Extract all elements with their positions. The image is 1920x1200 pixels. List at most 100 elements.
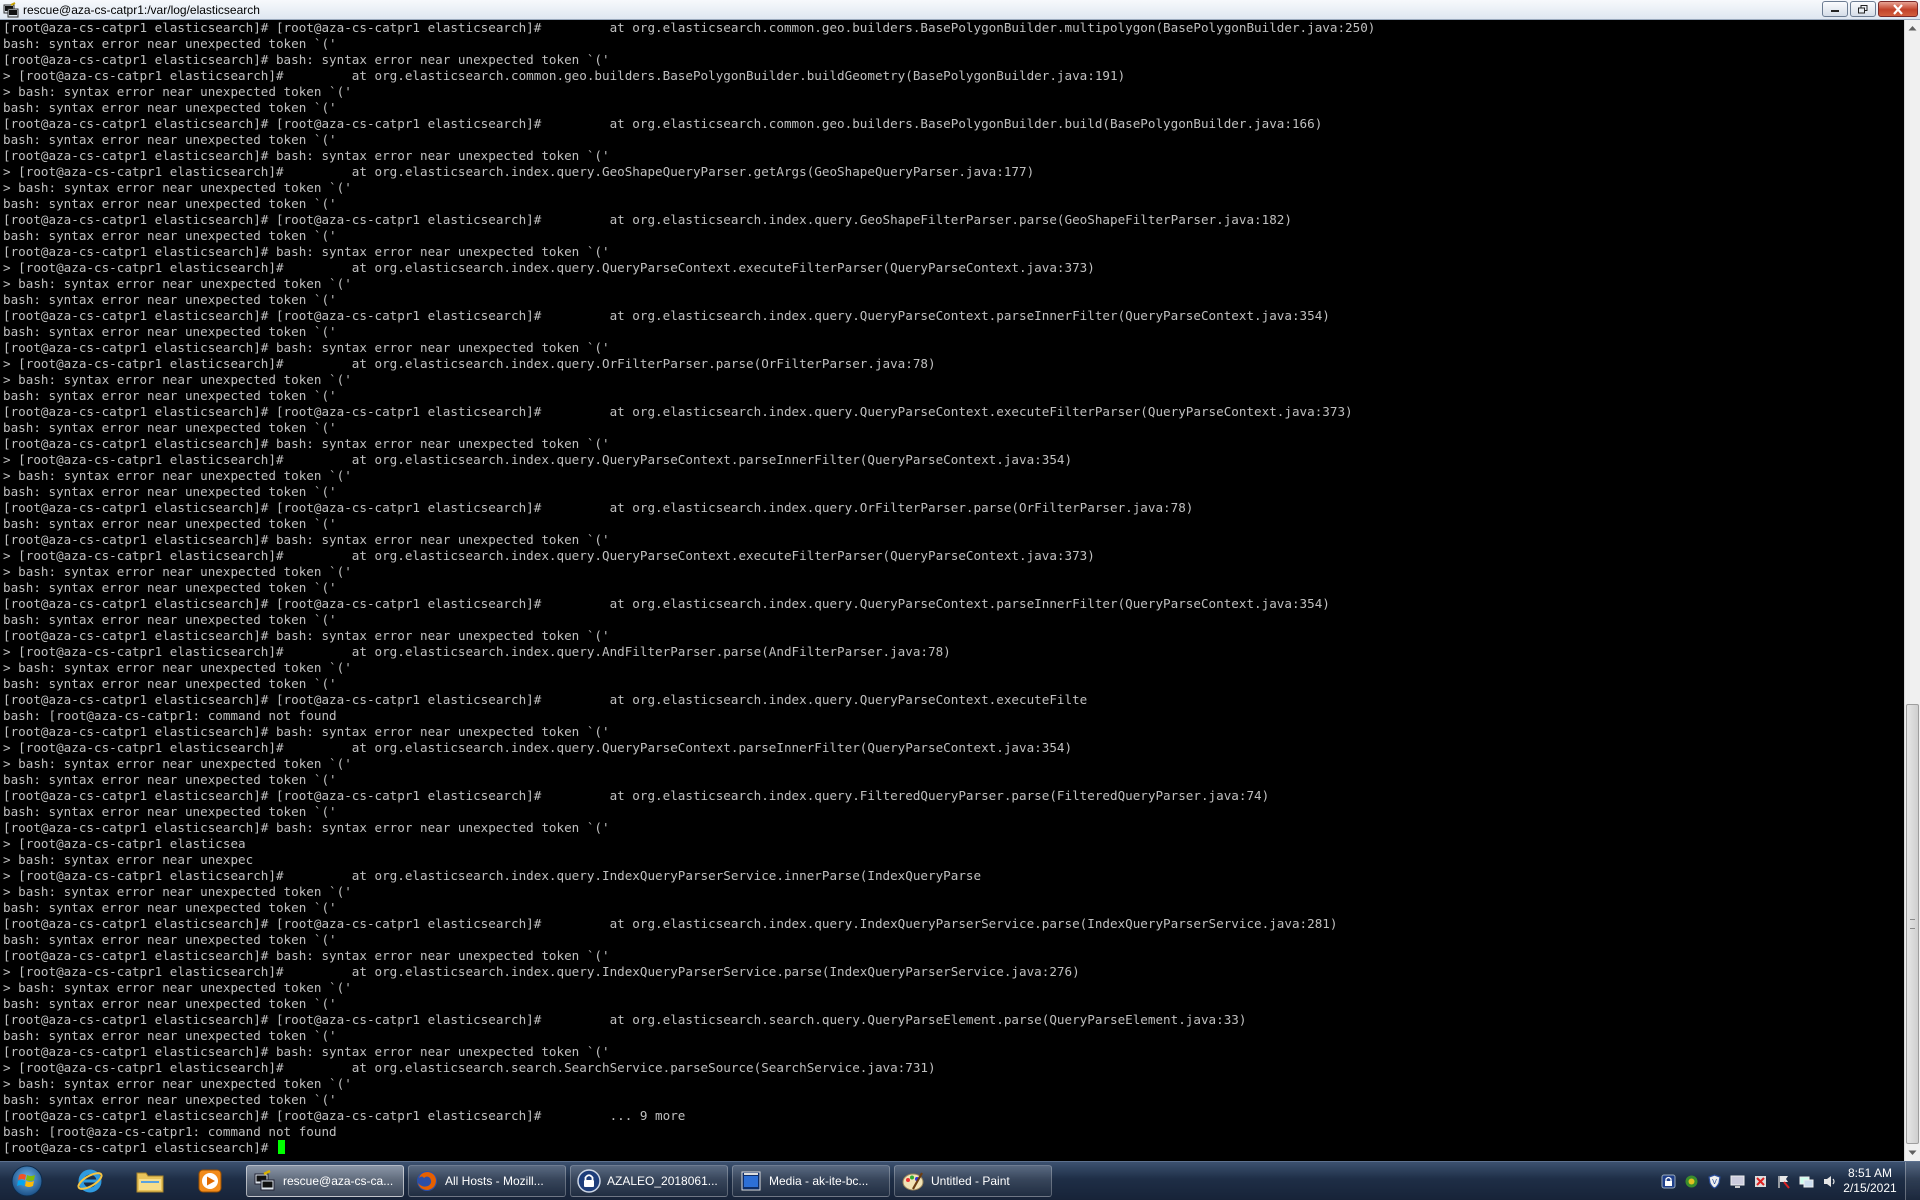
terminal-line: bash: [root@aza-cs-catpr1: command not f…	[3, 1124, 337, 1139]
scroll-down-arrow[interactable]	[1905, 1145, 1920, 1161]
terminal-line: > [root@aza-cs-catpr1 elasticsearch]# at…	[3, 964, 1080, 979]
terminal-line: [root@aza-cs-catpr1 elasticsearch]# [roo…	[3, 596, 1330, 611]
update-icon[interactable]	[1752, 1173, 1769, 1190]
terminal-line: bash: syntax error near unexpected token…	[3, 36, 337, 51]
terminal-line: [root@aza-cs-catpr1 elasticsearch]# [roo…	[3, 692, 1088, 707]
minimize-icon	[1831, 10, 1839, 12]
terminal-line: > bash: syntax error near unexpected tok…	[3, 756, 352, 771]
system-tray: V	[1660, 1173, 1838, 1190]
terminal-line: [root@aza-cs-catpr1 elasticsearch]# bash…	[3, 148, 610, 163]
terminal-line: > [root@aza-cs-catpr1 elasticsea	[3, 836, 246, 851]
restore-button[interactable]	[1850, 1, 1876, 17]
terminal-line: bash: syntax error near unexpected token…	[3, 932, 337, 947]
scroll-thumb[interactable]	[1906, 704, 1919, 1144]
taskbar-button[interactable]: Media - ak-ite-bc...	[732, 1165, 890, 1197]
terminal-line: [root@aza-cs-catpr1 elasticsearch]# bash…	[3, 948, 610, 963]
scroll-up-arrow[interactable]	[1905, 20, 1920, 36]
vertical-scrollbar[interactable]	[1904, 20, 1920, 1161]
taskbar-button[interactable]: rescue@aza-cs-ca...	[246, 1165, 404, 1197]
terminal-line: [root@aza-cs-catpr1 elasticsearch]# bash…	[3, 340, 610, 355]
terminal-line: bash: syntax error near unexpected token…	[3, 196, 337, 211]
putty-icon	[3, 1, 19, 18]
pinned-media-player[interactable]	[188, 1165, 232, 1197]
terminal-line: bash: syntax error near unexpected token…	[3, 996, 337, 1011]
terminal-line: [root@aza-cs-catpr1 elasticsearch]# [roo…	[3, 1012, 1247, 1027]
paint-icon	[901, 1169, 925, 1193]
lock-icon	[577, 1169, 601, 1193]
window-titlebar[interactable]: rescue@aza-cs-catpr1:/var/log/elasticsea…	[0, 0, 1920, 20]
pinned-explorer[interactable]	[128, 1165, 172, 1197]
scroll-thumb-grip	[1910, 919, 1915, 929]
close-button[interactable]	[1878, 1, 1918, 17]
terminal-line: > [root@aza-cs-catpr1 elasticsearch]# at…	[3, 164, 1035, 179]
terminal-line: [root@aza-cs-catpr1 elasticsearch]# [roo…	[3, 500, 1194, 515]
terminal-line: > [root@aza-cs-catpr1 elasticsearch]# at…	[3, 68, 1126, 83]
terminal-line: > [root@aza-cs-catpr1 elasticsearch]# at…	[3, 260, 1095, 275]
terminal-line: bash: syntax error near unexpected token…	[3, 228, 337, 243]
taskbar-button[interactable]: AZALEO_2018061...	[570, 1165, 728, 1197]
terminal-line: bash: syntax error near unexpected token…	[3, 100, 337, 115]
terminal-line: bash: syntax error near unexpected token…	[3, 804, 337, 819]
terminal-line: bash: syntax error near unexpected token…	[3, 516, 337, 531]
minimize-button[interactable]	[1822, 1, 1848, 17]
security-icon[interactable]	[1660, 1173, 1677, 1190]
terminal-line: bash: syntax error near unexpected token…	[3, 612, 337, 627]
terminal-line: > bash: syntax error near unexpected tok…	[3, 276, 352, 291]
clock-time: 8:51 AM	[1847, 1166, 1893, 1180]
taskbar-button-label: Untitled - Paint	[931, 1174, 1010, 1188]
terminal-line: bash: syntax error near unexpected token…	[3, 420, 337, 435]
taskbar-clock[interactable]: 8:51 AM 2/15/2021	[1838, 1166, 1902, 1196]
terminal-line: > [root@aza-cs-catpr1 elasticsearch]# at…	[3, 1060, 936, 1075]
terminal-line: [root@aza-cs-catpr1 elasticsearch]# bash…	[3, 436, 610, 451]
terminal-line: bash: syntax error near unexpected token…	[3, 324, 337, 339]
internet-explorer-icon	[77, 1169, 103, 1193]
taskbar: rescue@aza-cs-ca... All Hosts - Mozill...…	[0, 1161, 1920, 1200]
terminal-line: [root@aza-cs-catpr1 elasticsearch]# [roo…	[3, 308, 1330, 323]
maximize-icon	[1858, 4, 1868, 13]
chevron-up-icon	[1908, 26, 1917, 31]
terminal-line: bash: [root@aza-cs-catpr1: command not f…	[3, 708, 337, 723]
taskbar-button[interactable]: Untitled - Paint	[894, 1165, 1052, 1197]
terminal-line: > [root@aza-cs-catpr1 elasticsearch]# at…	[3, 868, 982, 883]
taskbar-button-label: Media - ak-ite-bc...	[769, 1174, 869, 1188]
text-cursor	[277, 1140, 285, 1154]
terminal-prompt-line[interactable]: [root@aza-cs-catpr1 elasticsearch]#	[3, 1140, 1904, 1156]
taskbar-button[interactable]: All Hosts - Mozill...	[408, 1165, 566, 1197]
terminal-line: > bash: syntax error near unexpected tok…	[3, 468, 352, 483]
putty-icon	[253, 1169, 277, 1193]
terminal-line: > bash: syntax error near unexpec	[3, 852, 254, 867]
terminal-line: bash: syntax error near unexpected token…	[3, 676, 337, 691]
pinned-internet-explorer[interactable]	[68, 1165, 112, 1197]
monitor-icon[interactable]	[1729, 1173, 1746, 1190]
terminal-line: > [root@aza-cs-catpr1 elasticsearch]# at…	[3, 644, 951, 659]
window-title: rescue@aza-cs-catpr1:/var/log/elasticsea…	[23, 2, 260, 17]
network-shield-icon[interactable]	[1683, 1173, 1700, 1190]
flag-icon[interactable]	[1775, 1173, 1792, 1190]
terminal-line: > [root@aza-cs-catpr1 elasticsearch]# at…	[3, 740, 1073, 755]
terminal-line: bash: syntax error near unexpected token…	[3, 772, 337, 787]
media-player-icon	[198, 1169, 222, 1193]
terminal-line: > bash: syntax error near unexpected tok…	[3, 180, 352, 195]
terminal-line: bash: syntax error near unexpected token…	[3, 388, 337, 403]
taskbar-button-label: All Hosts - Mozill...	[445, 1174, 544, 1188]
terminal-line: > [root@aza-cs-catpr1 elasticsearch]# at…	[3, 452, 1073, 467]
show-desktop-button[interactable]	[1905, 1162, 1920, 1200]
network-icon[interactable]	[1798, 1173, 1815, 1190]
terminal-line: [root@aza-cs-catpr1 elasticsearch]# bash…	[3, 244, 610, 259]
start-button[interactable]	[6, 1164, 48, 1198]
terminal-line: bash: syntax error near unexpected token…	[3, 900, 337, 915]
terminal-line: bash: syntax error near unexpected token…	[3, 484, 337, 499]
terminal-line: > [root@aza-cs-catpr1 elasticsearch]# at…	[3, 356, 936, 371]
antivirus-icon[interactable]: V	[1706, 1173, 1723, 1190]
terminal-line: [root@aza-cs-catpr1 elasticsearch]# [roo…	[3, 212, 1292, 227]
terminal-line: [root@aza-cs-catpr1 elasticsearch]# bash…	[3, 52, 610, 67]
terminal-line: > bash: syntax error near unexpected tok…	[3, 980, 352, 995]
terminal-line: [root@aza-cs-catpr1 elasticsearch]# bash…	[3, 1044, 610, 1059]
terminal-output[interactable]: [root@aza-cs-catpr1 elasticsearch]# [roo…	[0, 20, 1904, 1161]
volume-icon[interactable]	[1821, 1173, 1838, 1190]
terminal-line: bash: syntax error near unexpected token…	[3, 1028, 337, 1043]
terminal-line: > bash: syntax error near unexpected tok…	[3, 84, 352, 99]
clock-date: 2/15/2021	[1843, 1181, 1897, 1195]
windows-start-icon	[11, 1165, 43, 1197]
terminal-line: bash: syntax error near unexpected token…	[3, 580, 337, 595]
